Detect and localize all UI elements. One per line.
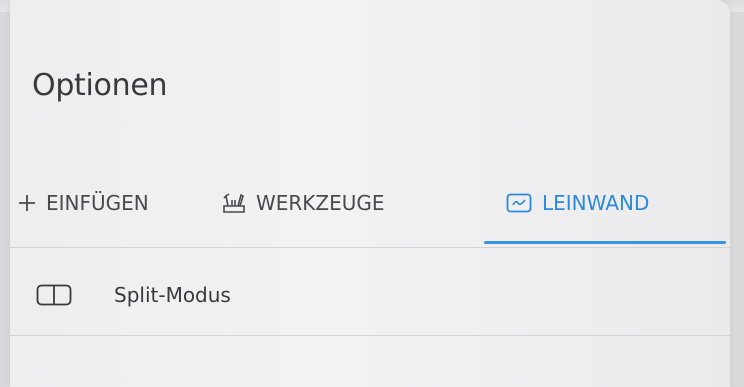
split-view-icon: [36, 284, 72, 306]
tab-einfuegen[interactable]: EINFÜGEN: [18, 186, 149, 220]
tab-werkzeuge[interactable]: WERKZEUGE: [222, 186, 385, 220]
row-divider: [10, 335, 730, 336]
options-panel: Optionen EINFÜGEN WERKZEUGE LEINWAND Spl…: [10, 0, 730, 387]
row-label: Split-Modus: [114, 283, 231, 307]
tab-leinwand[interactable]: LEINWAND: [506, 186, 649, 220]
tab-label: WERKZEUGE: [256, 191, 385, 215]
active-tab-indicator: [484, 241, 726, 244]
plus-icon: [18, 194, 36, 212]
canvas-icon: [506, 193, 532, 213]
page-title: Optionen: [32, 68, 168, 103]
tab-label: LEINWAND: [542, 191, 650, 215]
list-item-split-modus[interactable]: Split-Modus: [36, 279, 231, 311]
tabs-divider: [10, 247, 730, 248]
tools-icon: [222, 192, 246, 214]
tab-label: EINFÜGEN: [46, 191, 149, 215]
